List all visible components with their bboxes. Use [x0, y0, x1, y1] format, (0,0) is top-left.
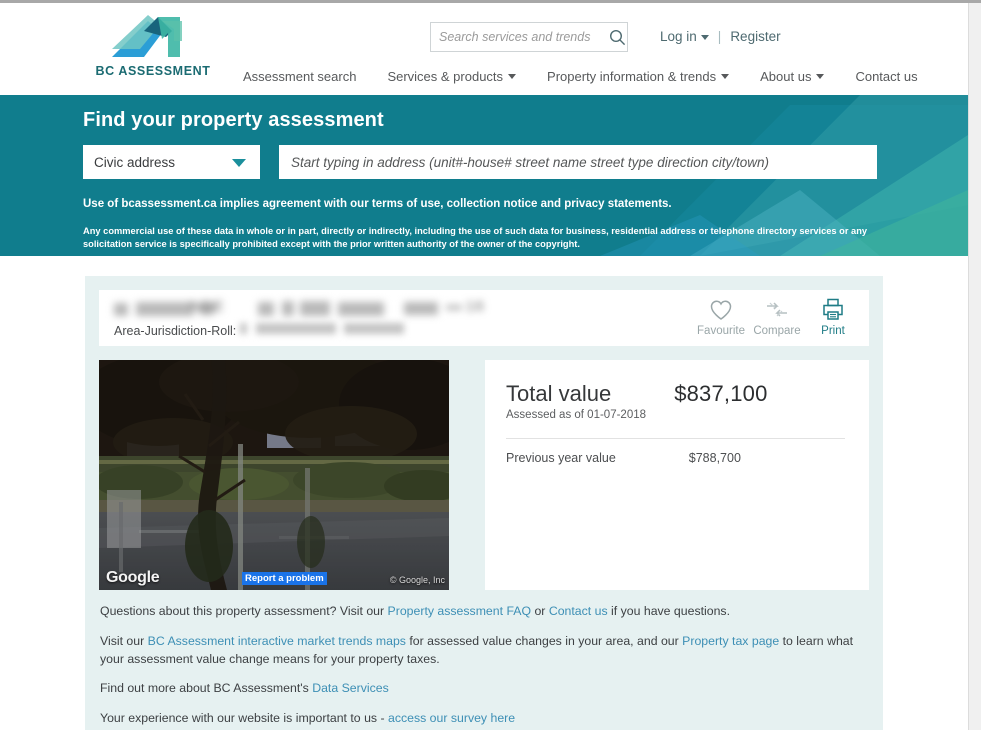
- property-card-header: NDE 16 Area-Jurisdiction-Roll: Favourite…: [99, 290, 869, 346]
- nav-item-property-information-trends[interactable]: Property information & trends: [547, 69, 730, 84]
- note-link[interactable]: Contact us: [549, 604, 608, 618]
- search-icon: [609, 29, 626, 45]
- note-text: for assessed value changes in your area,…: [405, 633, 683, 648]
- nav-item-contact-us[interactable]: Contact us: [855, 69, 917, 84]
- note-link[interactable]: BC Assessment interactive market trends …: [148, 634, 406, 648]
- google-watermark: Google: [106, 569, 160, 586]
- browser-page: BC ASSESSMENT Log in | Register Asses: [0, 0, 981, 730]
- search-submit-button[interactable]: [608, 23, 627, 51]
- note-market-trends: Visit our BC Assessment interactive mark…: [100, 633, 869, 669]
- note-link[interactable]: Property tax page: [682, 634, 779, 648]
- nav-item-services-products[interactable]: Services & products: [387, 69, 517, 84]
- note-text: Visit our: [100, 633, 148, 648]
- street-view-photo-graphic: [99, 360, 449, 590]
- bc-assessment-roofline-logo-icon: [112, 15, 182, 57]
- auth-separator: |: [717, 29, 722, 44]
- divider: [506, 438, 845, 439]
- caret-down-icon: [816, 74, 825, 79]
- note-text: Your experience with our website is impo…: [100, 711, 388, 726]
- address-trailing-fragment: 16: [466, 299, 485, 315]
- print-label: Print: [821, 325, 845, 337]
- hero-terms: Use of bcassessment.ca implies agreement…: [83, 197, 873, 251]
- print-button[interactable]: Print: [805, 295, 861, 337]
- main-navigation: Assessment search Services & products Pr…: [0, 69, 968, 84]
- search-input[interactable]: [431, 23, 608, 51]
- property-card-body: Google Report a problem © Google, Inc To…: [99, 360, 869, 590]
- previous-year-label: Previous year value: [506, 451, 616, 465]
- street-view-image[interactable]: Google Report a problem © Google, Inc: [99, 360, 449, 590]
- page-content: NDE 16 Area-Jurisdiction-Roll: Favourite…: [0, 256, 968, 730]
- hero-search-controls: Civic address: [83, 145, 968, 179]
- printer-icon: [823, 298, 843, 320]
- property-address-redacted: NDE 16: [114, 299, 534, 320]
- caret-down-icon: [700, 34, 709, 40]
- caret-down-icon: [721, 74, 730, 79]
- note-data-services: Find out more about BC Assessment's Data…: [100, 680, 869, 698]
- address-search-input[interactable]: [279, 145, 877, 179]
- register-link[interactable]: Register: [730, 29, 780, 44]
- total-value-amount: $837,100: [674, 381, 768, 406]
- caret-down-icon: [508, 74, 517, 79]
- search-type-value: Civic address: [94, 154, 176, 170]
- property-card-notes: Questions about this property assessment…: [99, 603, 869, 728]
- note-link[interactable]: Property assessment FAQ: [388, 604, 532, 618]
- heart-icon: [710, 300, 732, 320]
- favourite-button[interactable]: Favourite: [693, 295, 749, 337]
- site-header: BC ASSESSMENT Log in | Register Asses: [0, 3, 968, 95]
- page-viewport: BC ASSESSMENT Log in | Register Asses: [0, 3, 968, 730]
- auth-links: Log in | Register: [660, 29, 781, 44]
- note-link[interactable]: Data Services: [312, 681, 389, 695]
- note-text: Find out more about BC Assessment's: [100, 681, 313, 696]
- global-search[interactable]: [430, 22, 628, 52]
- report-a-problem-link[interactable]: Report a problem: [242, 572, 327, 585]
- property-actions: Favourite Compare Print: [693, 295, 861, 337]
- area-jurisdiction-roll-value-redacted: [240, 321, 470, 335]
- property-assessment-card: NDE 16 Area-Jurisdiction-Roll: Favourite…: [85, 276, 883, 730]
- search-type-select[interactable]: Civic address: [83, 145, 260, 179]
- note-survey: Your experience with our website is impo…: [100, 710, 869, 728]
- commercial-use-line: Any commercial use of these data in whol…: [83, 225, 868, 249]
- note-text: if you have questions.: [607, 604, 730, 618]
- terms-line: Use of bcassessment.ca implies agreement…: [83, 198, 672, 210]
- assessed-as-of: Assessed as of 01-07-2018: [506, 409, 647, 421]
- compare-label: Compare: [753, 325, 801, 337]
- area-jurisdiction-roll-label: Area-Jurisdiction-Roll:: [114, 324, 237, 338]
- nav-item-about-us[interactable]: About us: [760, 69, 825, 84]
- note-faq-contact: Questions about this property assessment…: [100, 603, 869, 621]
- compare-arrows-icon: [767, 302, 787, 317]
- previous-year-amount: $788,700: [688, 451, 741, 465]
- dropdown-arrow-icon: [232, 159, 246, 167]
- note-text: Questions about this property assessment…: [100, 604, 388, 618]
- hero-title: Find your property assessment: [83, 109, 384, 131]
- google-attribution: © Google, Inc: [389, 575, 445, 585]
- favourite-label: Favourite: [697, 325, 745, 337]
- compare-button[interactable]: Compare: [749, 295, 805, 337]
- note-link[interactable]: access our survey here: [388, 711, 515, 725]
- nav-item-assessment-search[interactable]: Assessment search: [243, 69, 356, 84]
- vertical-scrollbar[interactable]: [968, 3, 981, 730]
- address-visible-fragment: NDE: [190, 299, 225, 315]
- scrollbar-thumb[interactable]: [970, 3, 981, 153]
- hero-search-banner: Find your property assessment Civic addr…: [0, 95, 968, 256]
- login-link[interactable]: Log in: [660, 29, 709, 44]
- note-text: or: [531, 604, 549, 618]
- assessment-value-panel: Total value $837,100 Assessed as of 01-0…: [485, 360, 869, 590]
- brand-logo[interactable]: BC ASSESSMENT: [83, 11, 223, 78]
- total-value-label: Total value: [506, 381, 612, 406]
